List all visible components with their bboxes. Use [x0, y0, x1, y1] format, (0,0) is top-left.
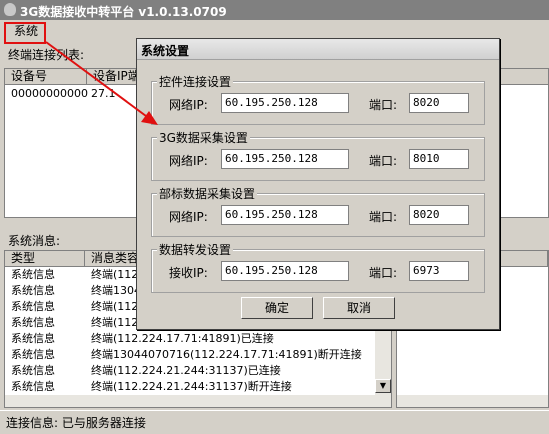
- scroll-down-button[interactable]: ▼: [375, 379, 391, 393]
- control-port-label: 端口:: [369, 98, 398, 112]
- system-messages-label: 系统消息:: [8, 234, 61, 248]
- window-title: 3G数据接收中转平台 v1.0.13.0709: [20, 5, 227, 19]
- forward-ip-input[interactable]: 60.195.250.128: [221, 261, 349, 281]
- group-data-forward-legend: 数据转发设置: [157, 241, 234, 258]
- message-type[interactable]: 系统信息: [11, 363, 55, 379]
- app-icon: [4, 3, 16, 16]
- 3g-port-label: 端口:: [369, 154, 398, 168]
- message-type[interactable]: 系统信息: [11, 299, 55, 315]
- status-bar: 连接信息: 已与服务器连接: [0, 410, 549, 434]
- standard-port-input[interactable]: 8020: [409, 205, 469, 225]
- 3g-ip-input[interactable]: 60.195.250.128: [221, 149, 349, 169]
- forward-ip-label: 接收IP:: [169, 266, 208, 280]
- detail-horizontal-scrollbar[interactable]: [397, 395, 548, 407]
- settings-dialog: 系统设置 控件连接设置 网络IP: 60.195.250.128 端口: 802…: [136, 38, 500, 330]
- message-text[interactable]: 终端13044070716(112.224.17.71:41891)断开连接: [91, 347, 375, 363]
- control-ip-input[interactable]: 60.195.250.128: [221, 93, 349, 113]
- terminal-device-id[interactable]: 00000000000: [11, 86, 88, 102]
- message-type[interactable]: 系统信息: [11, 331, 55, 347]
- standard-port-label: 端口:: [369, 210, 398, 224]
- column-device-ip[interactable]: 设备IP端口: [87, 69, 137, 85]
- message-text[interactable]: 终端(112.224.21.244:31137)已连接: [91, 363, 375, 379]
- group-control-connection-legend: 控件连接设置: [157, 73, 234, 90]
- column-device[interactable]: 设备号: [5, 69, 87, 85]
- message-type[interactable]: 系统信息: [11, 379, 55, 395]
- message-type[interactable]: 系统信息: [11, 267, 55, 283]
- standard-ip-input[interactable]: 60.195.250.128: [221, 205, 349, 225]
- control-port-input[interactable]: 8020: [409, 93, 469, 113]
- message-type[interactable]: 系统信息: [11, 315, 55, 331]
- group-standard-collection-legend: 部标数据采集设置: [157, 185, 258, 202]
- cancel-button[interactable]: 取消: [323, 297, 395, 319]
- dialog-title-bar[interactable]: 系统设置: [137, 39, 499, 60]
- title-bar: 3G数据接收中转平台 v1.0.13.0709: [0, 0, 549, 20]
- standard-ip-label: 网络IP:: [169, 210, 208, 224]
- 3g-port-input[interactable]: 8010: [409, 149, 469, 169]
- control-ip-label: 网络IP:: [169, 98, 208, 112]
- ok-button[interactable]: 确定: [241, 297, 313, 319]
- message-text[interactable]: 终端(112.224.17.71:41891)已连接: [91, 331, 375, 347]
- message-type[interactable]: 系统信息: [11, 347, 55, 363]
- annotation-highlight-box: [4, 22, 46, 44]
- terminal-device-ip[interactable]: 27.1: [91, 86, 116, 102]
- status-text: 连接信息: 已与服务器连接: [6, 416, 146, 430]
- horizontal-scrollbar[interactable]: [5, 395, 391, 407]
- forward-port-label: 端口:: [369, 266, 398, 280]
- message-text[interactable]: 终端(112.224.21.244:31137)断开连接: [91, 379, 375, 395]
- 3g-ip-label: 网络IP:: [169, 154, 208, 168]
- dialog-title: 系统设置: [141, 44, 190, 58]
- message-type[interactable]: 系统信息: [11, 283, 55, 299]
- column-type[interactable]: 类型: [5, 251, 85, 267]
- group-3g-collection-legend: 3G数据采集设置: [157, 129, 250, 146]
- forward-port-input[interactable]: 6973: [409, 261, 469, 281]
- terminal-list-label: 终端连接列表:: [8, 48, 85, 62]
